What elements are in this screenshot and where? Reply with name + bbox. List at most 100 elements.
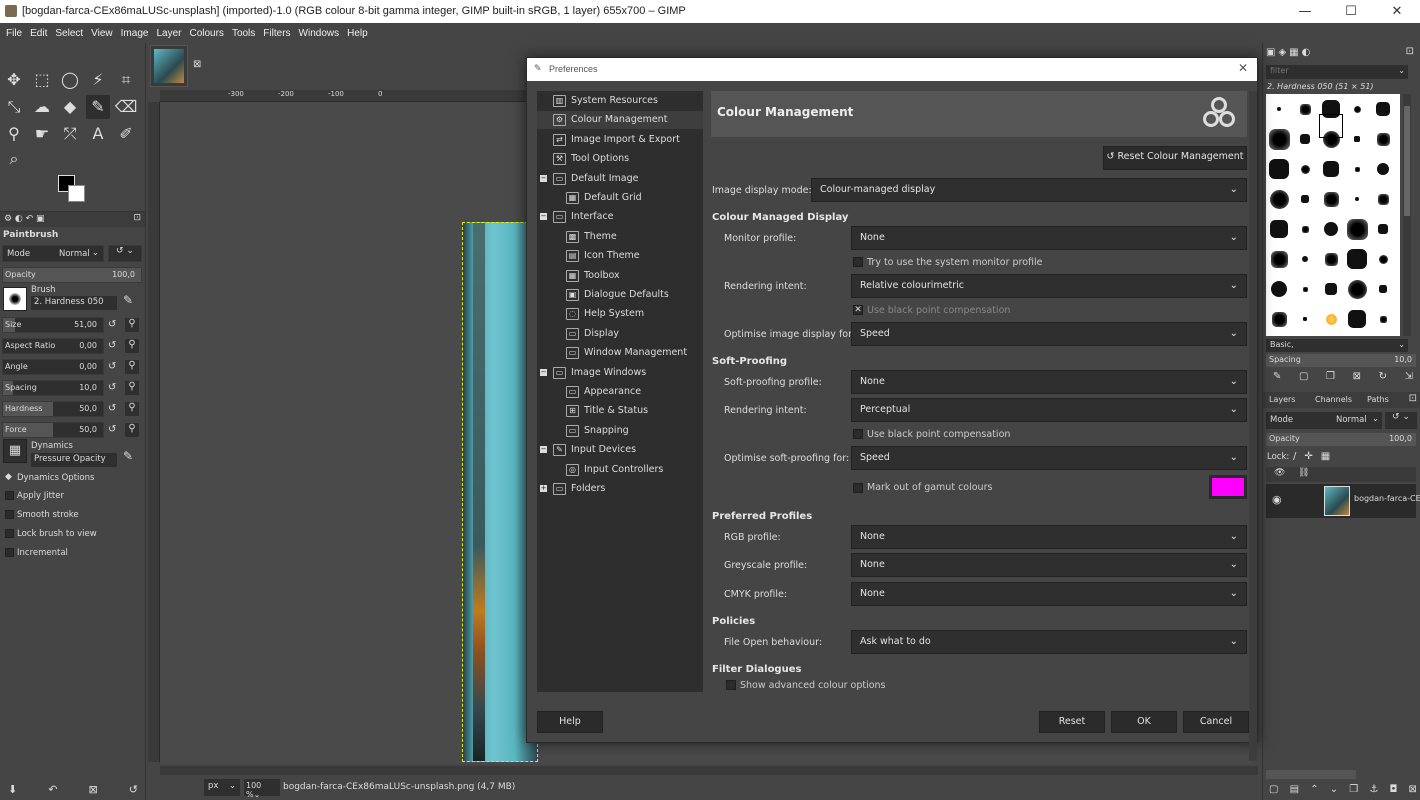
reset-slider-icon[interactable]: ↺ (108, 361, 116, 372)
brush-thumb[interactable] (1347, 279, 1367, 299)
bucket-fill-tool-icon[interactable]: ◆ (58, 95, 82, 119)
horizontal-scrollbar[interactable] (160, 766, 1258, 775)
tree-item-colour-management[interactable]: ⚙ Colour Management (537, 111, 703, 130)
display-mode-select[interactable]: Colour-managed display ⌄ (811, 178, 1247, 202)
tree-item-image-import-export[interactable]: ⇄ Image Import & Export (537, 131, 703, 149)
menu-windows[interactable]: Windows (295, 28, 344, 39)
link-slider-icon[interactable]: ⚲ (125, 360, 139, 374)
smudge-tool-icon[interactable]: ☛ (30, 122, 54, 146)
brush-thumb[interactable] (1269, 159, 1289, 179)
brush-scrollbar[interactable] (1403, 94, 1411, 336)
tree-item-icon-theme[interactable]: ▤ Icon Theme (537, 247, 703, 265)
paths-tool-icon[interactable]: ⤱ (58, 122, 82, 146)
refresh-brushes-icon[interactable]: ↻ (1379, 371, 1387, 382)
crop-tool-icon[interactable]: ⌗ (114, 68, 138, 92)
layer-visibility-icon[interactable]: ◉ (1272, 493, 1282, 506)
brush-thumb[interactable] (1324, 222, 1338, 236)
slider-force[interactable]: Force 50,0 (2, 422, 104, 438)
brush-thumb[interactable] (1353, 105, 1361, 113)
new-layer-icon[interactable]: ▢ (1269, 784, 1278, 795)
reset-slider-icon[interactable]: ↺ (108, 382, 116, 393)
lock-brush-checkbox[interactable] (5, 529, 14, 538)
brush-thumb[interactable] (1325, 313, 1337, 325)
link-slider-icon[interactable]: ⚲ (125, 423, 139, 437)
paintbrush-tool-icon[interactable]: ✎ (86, 95, 110, 119)
delete-brush-icon[interactable]: ⊠ (1353, 371, 1361, 382)
brush-thumb[interactable] (1376, 132, 1390, 146)
brush-thumb[interactable] (1323, 191, 1339, 207)
apply-jitter-checkbox[interactable] (5, 491, 14, 500)
monitor-profile-select[interactable]: None ⌄ (851, 226, 1247, 250)
expander-icon[interactable]: − (540, 446, 547, 454)
save-icon[interactable]: ⬇ (8, 783, 17, 796)
brush-grid[interactable] (1266, 94, 1400, 336)
brush-tag-input[interactable]: Basic, ⌄ (1266, 339, 1408, 352)
brush-preview[interactable] (3, 287, 27, 311)
tab-channels[interactable]: Channels (1315, 395, 1352, 404)
close-tab-icon[interactable]: ⊠ (193, 59, 201, 70)
delete-layer-icon[interactable]: ⊠ (1409, 784, 1417, 795)
brush-thumb[interactable] (1268, 128, 1290, 150)
advanced-colour-checkbox[interactable] (726, 680, 736, 690)
menu-filters[interactable]: Filters (259, 28, 294, 39)
cancel-button[interactable]: Cancel (1183, 711, 1249, 733)
help-button[interactable]: Help (537, 711, 603, 733)
edit-dynamics-icon[interactable]: ✎ (123, 449, 133, 463)
expander-icon[interactable]: − (540, 174, 547, 182)
menu-tools[interactable]: Tools (228, 28, 259, 39)
tree-item-default-grid[interactable]: ▦ Default Grid (537, 189, 703, 207)
anchor-layer-icon[interactable]: ⚓ (1369, 784, 1378, 795)
slider-size[interactable]: Size 51,00 (2, 317, 104, 333)
bpc-display-checkbox[interactable]: ✕ (853, 305, 863, 315)
dialog-scrollbar[interactable] (1249, 91, 1257, 761)
tree-item-snapping[interactable]: ▭ Snapping (537, 422, 703, 440)
tool-options-tab-icon[interactable]: ⚙ ◐ ↶ ▣ (4, 214, 45, 224)
brush-thumb[interactable] (1377, 163, 1389, 175)
tree-item-dialogue-defaults[interactable]: ▣ Dialogue Defaults (537, 286, 703, 304)
brushes-tab-icons[interactable]: ▣◈▦◐ (1266, 47, 1313, 58)
brush-thumb[interactable] (1355, 197, 1359, 201)
minimize-button[interactable]: — (1282, 0, 1328, 23)
brush-spacing-slider[interactable]: Spacing 10,0 (1266, 354, 1416, 367)
configure-tab-icon[interactable]: ⊡ (1406, 46, 1414, 57)
brush-thumb[interactable] (1299, 103, 1311, 115)
tab-paths[interactable]: Paths (1367, 395, 1389, 404)
tree-item-system-resources[interactable]: ▥ System Resources (537, 92, 703, 110)
fuzzy-select-tool-icon[interactable]: ⚡ (86, 68, 110, 92)
optimise-display-select[interactable]: Speed ⌄ (851, 322, 1247, 346)
lock-icons[interactable]: /✛▦ (1293, 451, 1338, 462)
brush-thumb[interactable] (1376, 102, 1390, 116)
reset-colour-management-button[interactable]: ↺ Reset Colour Management (1103, 146, 1247, 170)
gamut-colour-button[interactable] (1209, 475, 1247, 499)
brush-thumb[interactable] (1301, 195, 1309, 203)
brush-thumb[interactable] (1377, 193, 1389, 205)
layer-row[interactable]: ◉ bogdan-farca-CE (1266, 484, 1420, 518)
brush-thumb[interactable] (1302, 286, 1308, 292)
tree-item-default-image[interactable]: − ▭ Default Image (537, 170, 703, 188)
slider-spacing[interactable]: Spacing 10,0 (2, 380, 104, 396)
expander-icon[interactable]: − (540, 368, 547, 376)
tree-item-window-management[interactable]: ▭ Window Management (537, 344, 703, 362)
zoom-select[interactable]: 100 %⌄ (244, 779, 280, 799)
text-tool-icon[interactable]: A (86, 122, 110, 146)
layer-mode-reset[interactable]: ↺ ⌄ (1385, 412, 1417, 429)
slider-aspect-ratio[interactable]: Aspect Ratio 0,00 (2, 338, 104, 354)
move-tool-icon[interactable]: ✥ (2, 68, 26, 92)
menu-image[interactable]: Image (117, 28, 153, 39)
mask-layer-icon[interactable]: ◘ (1389, 784, 1397, 795)
tree-item-folders[interactable]: + ▭ Folders (537, 480, 703, 498)
rgb-profile-select[interactable]: None ⌄ (851, 525, 1247, 549)
brush-thumb[interactable] (1323, 161, 1339, 177)
dynamics-options-label[interactable]: Dynamics Options (17, 473, 94, 483)
expander-icon[interactable]: − (540, 213, 547, 221)
system-monitor-checkbox[interactable] (853, 257, 863, 267)
brush-thumb[interactable] (1300, 134, 1310, 144)
tree-item-tool-options[interactable]: ⚒ Tool Options (537, 150, 703, 168)
brush-thumb[interactable] (1348, 310, 1366, 328)
file-open-select[interactable]: Ask what to do ⌄ (851, 630, 1247, 654)
reset-slider-icon[interactable]: ↺ (108, 424, 116, 435)
edit-brush-icon[interactable]: ✎ (1273, 371, 1281, 382)
brush-thumb[interactable] (1270, 220, 1288, 238)
greyscale-profile-select[interactable]: None ⌄ (851, 553, 1247, 577)
brush-thumb[interactable] (1271, 311, 1287, 327)
